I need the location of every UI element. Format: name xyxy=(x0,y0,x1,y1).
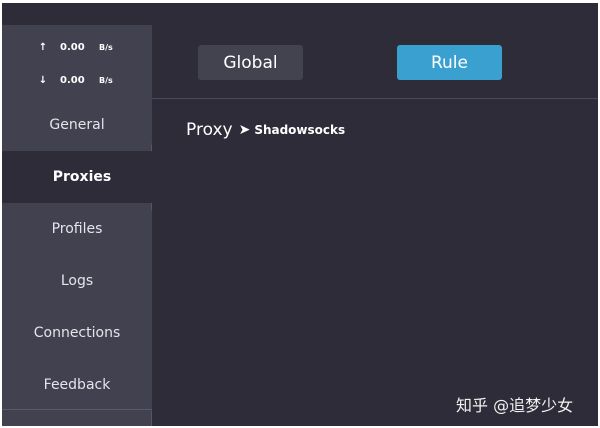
sidebar-item-proxies[interactable]: Proxies xyxy=(2,151,162,203)
app-window: ↑ 0.00 B/s ↓ 0.00 B/s General Proxies Pr… xyxy=(2,3,598,426)
sidebar-item-profiles[interactable]: Profiles xyxy=(2,203,152,255)
breadcrumb-root[interactable]: Proxy xyxy=(186,120,233,140)
download-speed: ↓ 0.00 B/s xyxy=(2,70,152,90)
download-rate: 0.00 xyxy=(60,74,85,86)
breadcrumb: Proxy ➤ Shadowsocks xyxy=(186,118,345,142)
upload-unit: B/s xyxy=(99,42,113,52)
upload-speed: ↑ 0.00 B/s xyxy=(2,37,152,57)
sidebar-item-general[interactable]: General xyxy=(2,99,152,151)
title-bar xyxy=(2,3,598,25)
sidebar: ↑ 0.00 B/s ↓ 0.00 B/s General Proxies Pr… xyxy=(2,25,162,426)
upload-arrow-icon: ↑ xyxy=(38,41,48,53)
sidebar-item-logs[interactable]: Logs xyxy=(2,255,152,307)
sidebar-divider xyxy=(2,409,152,410)
mode-header: Global Rule xyxy=(152,25,598,99)
traffic-monitor: ↑ 0.00 B/s ↓ 0.00 B/s xyxy=(2,25,152,99)
breadcrumb-current: Shadowsocks xyxy=(254,123,346,137)
watermark: 知乎 @追梦少女 xyxy=(456,396,574,415)
breadcrumb-arrow-icon: ➤ xyxy=(238,122,251,138)
download-unit: B/s xyxy=(99,75,113,85)
rule-mode-button[interactable]: Rule xyxy=(397,45,502,80)
download-arrow-icon: ↓ xyxy=(38,74,48,86)
sidebar-item-connections[interactable]: Connections xyxy=(2,307,152,359)
upload-rate: 0.00 xyxy=(60,41,85,53)
sidebar-item-feedback[interactable]: Feedback xyxy=(2,359,152,411)
global-mode-button[interactable]: Global xyxy=(198,45,303,80)
